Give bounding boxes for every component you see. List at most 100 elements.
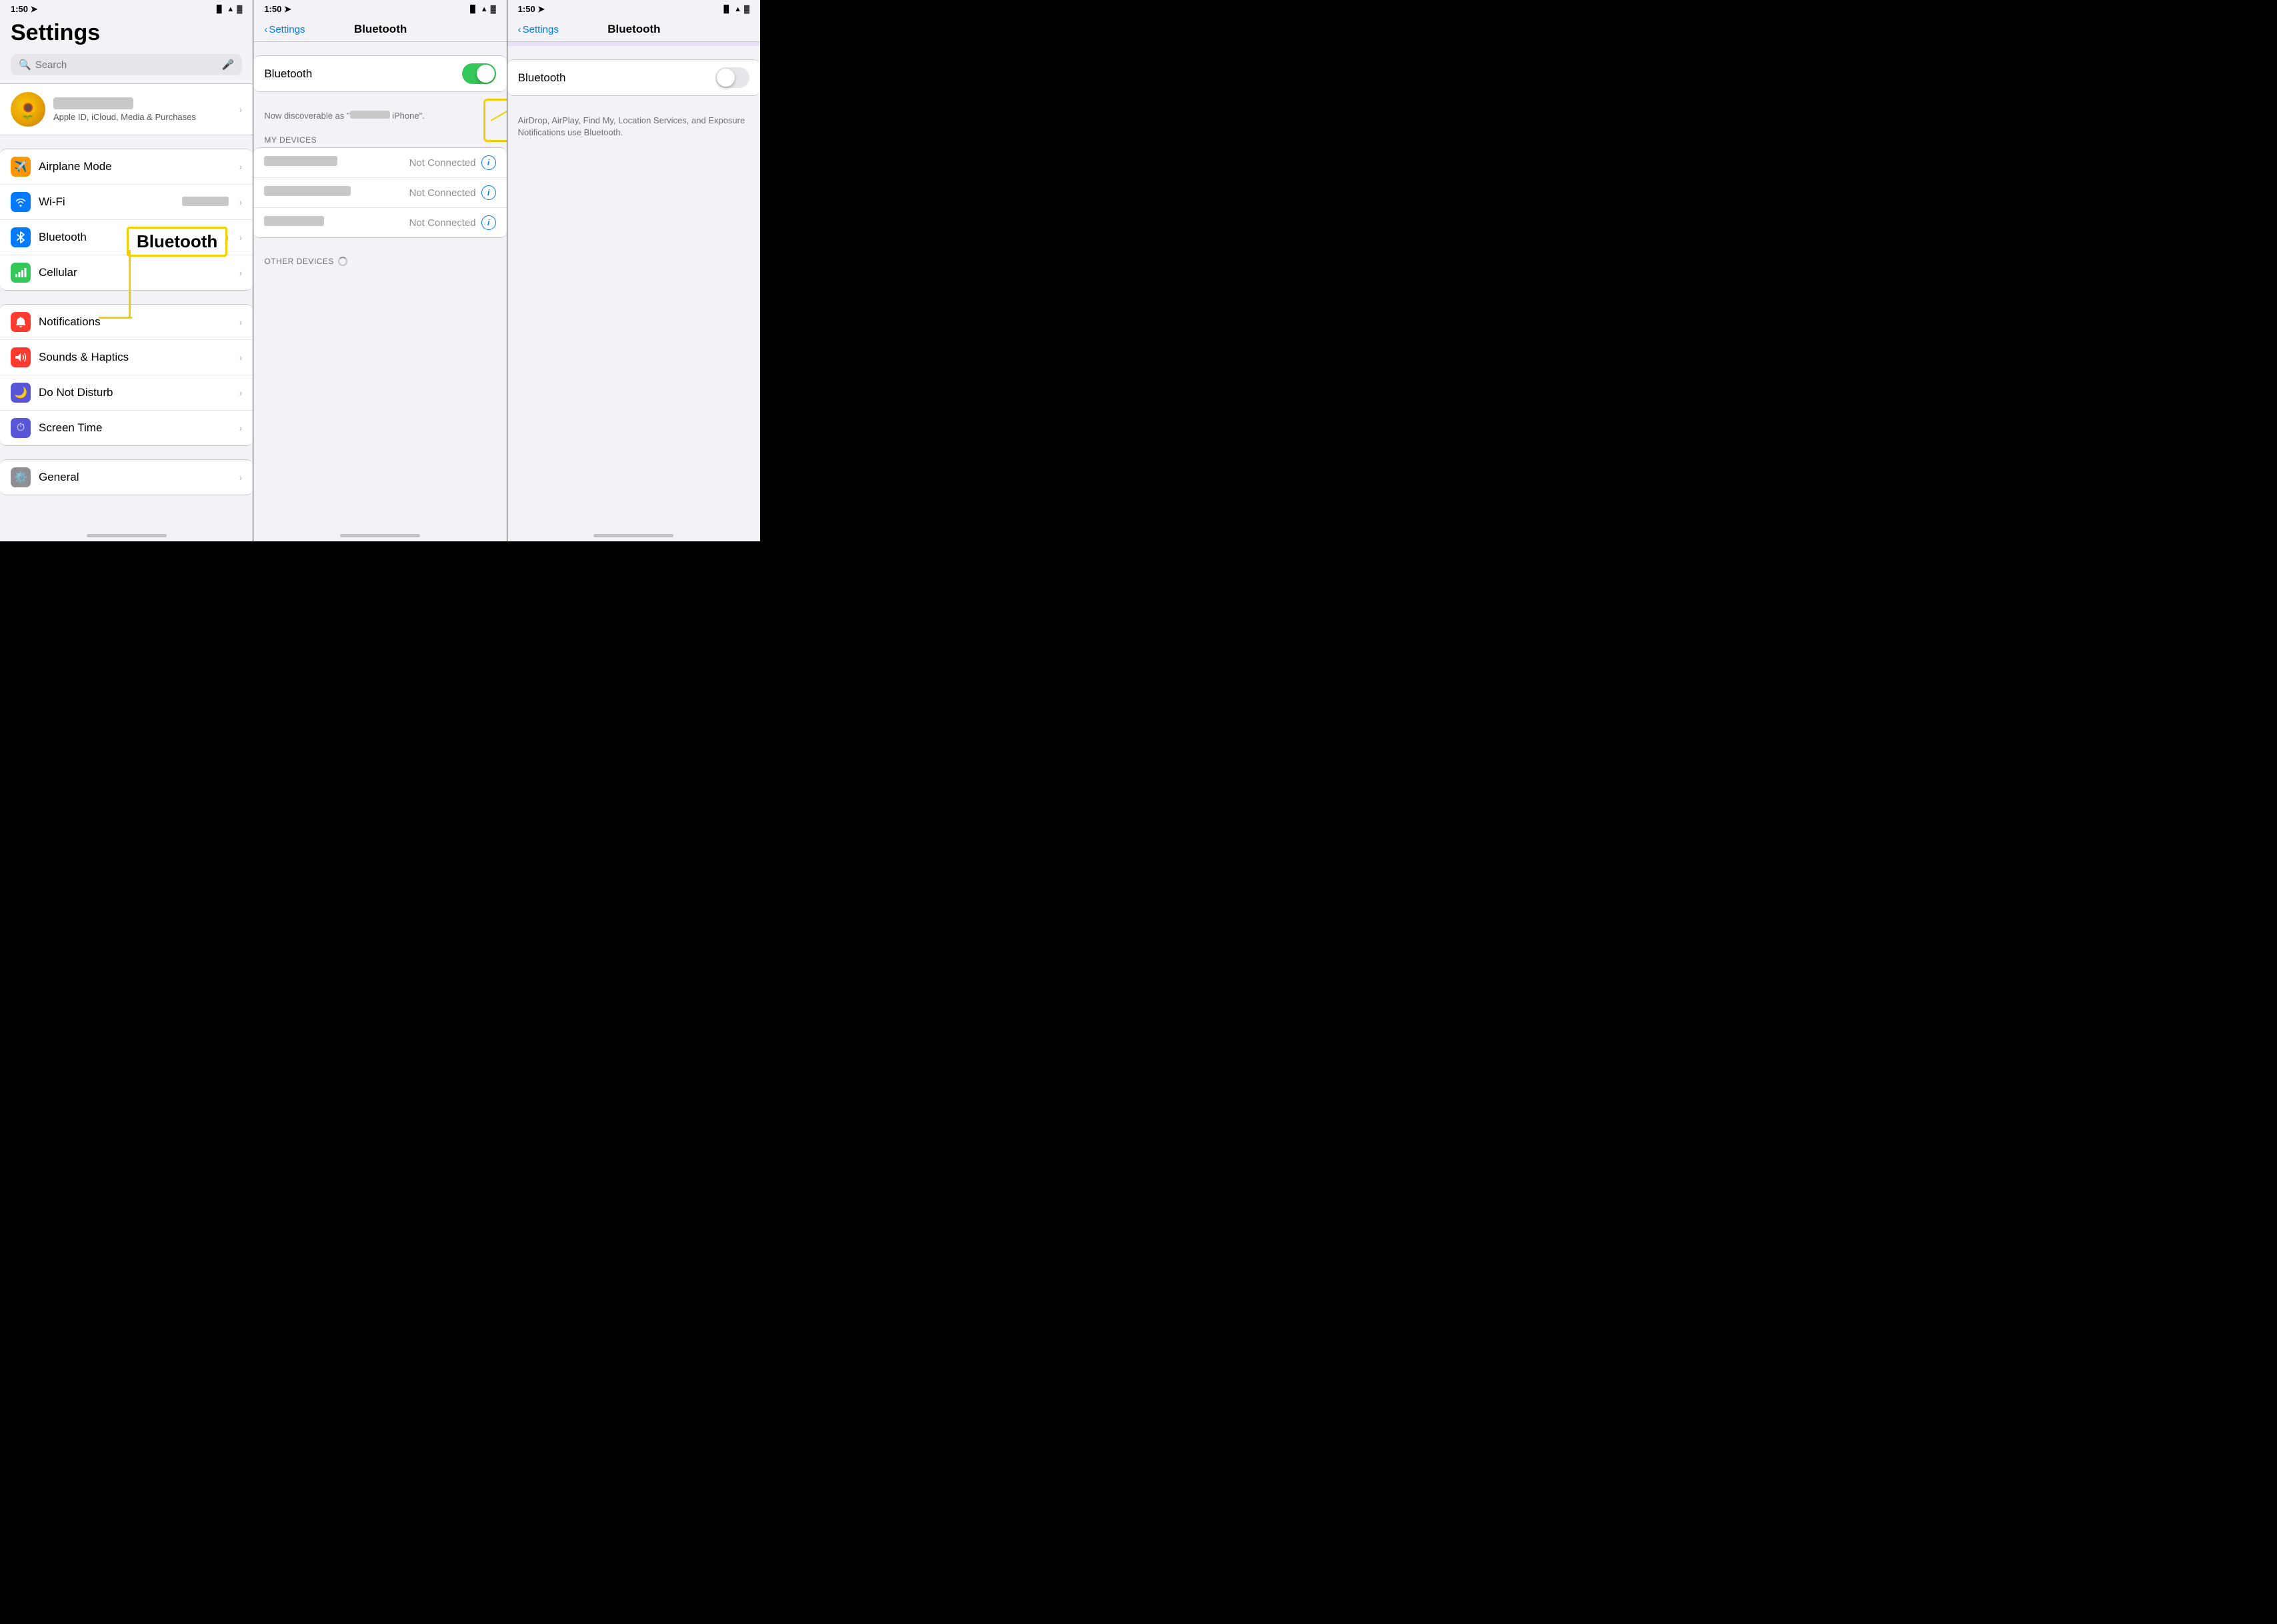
cellular-chevron: › — [239, 267, 243, 278]
device-status-3: Not Connected — [409, 217, 476, 229]
status-bar-3: 1:50 ➤ ▐▌ ▲ ▓ — [507, 0, 760, 17]
device-status-1: Not Connected — [409, 157, 476, 169]
wifi-label: Wi-Fi — [39, 195, 174, 209]
wifi-icon-1: ▲ — [227, 5, 234, 13]
bluetooth-content-2: Bluetooth Now discoverable as " iPhone".… — [253, 42, 506, 282]
dnd-label: Do Not Disturb — [39, 386, 231, 399]
settings-item-bluetooth[interactable]: Bluetooth On › — [0, 220, 253, 255]
bluetooth-on-panel: 1:50 ➤ ▐▌ ▲ ▓ ‹ Settings Bluetooth Bluet… — [253, 0, 506, 541]
settings-group-general: ⚙️ General › — [0, 459, 253, 495]
bluetooth-icon — [11, 227, 31, 247]
airplane-chevron: › — [239, 161, 243, 172]
search-bar[interactable]: 🔍 🎤 — [11, 54, 242, 75]
dnd-icon: 🌙 — [11, 383, 31, 403]
bluetooth-off-panel: 1:50 ➤ ▐▌ ▲ ▓ ‹ Settings Bluetooth Bluet… — [507, 0, 760, 541]
screentime-label: Screen Time — [39, 421, 231, 435]
apple-id-row[interactable]: 🌻 Apple ID, iCloud, Media & Purchases › — [0, 83, 253, 135]
notifications-icon — [11, 312, 31, 332]
other-devices-header: OTHER DEVICES — [253, 251, 506, 269]
wifi-icon-3: ▲ — [734, 5, 741, 13]
airplane-icon: ✈️ — [11, 157, 31, 177]
battery-icon-1: ▓ — [237, 5, 242, 13]
status-icons-2: ▐▌ ▲ ▓ — [467, 5, 496, 13]
bt-toggle-row-off: Bluetooth — [507, 60, 760, 95]
status-bar-1: 1:50 ➤ ▐▌ ▲ ▓ — [0, 0, 253, 17]
battery-icon-2: ▓ — [491, 5, 496, 13]
chevron-left-icon-3: ‹ — [518, 24, 521, 35]
back-label-3: Settings — [523, 24, 559, 35]
settings-item-airplane[interactable]: ✈️ Airplane Mode › — [0, 149, 253, 185]
settings-item-screentime[interactable]: ⏱ Screen Time › — [0, 411, 253, 445]
signal-icon-3: ▐▌ — [721, 5, 731, 13]
search-input[interactable] — [35, 59, 218, 71]
status-icons-1: ▐▌ ▲ ▓ — [214, 5, 243, 13]
status-icons-3: ▐▌ ▲ ▓ — [721, 5, 749, 13]
back-button-2[interactable]: ‹ Settings — [264, 24, 305, 35]
notifications-chevron: › — [239, 317, 243, 327]
settings-item-general[interactable]: ⚙️ General › — [0, 460, 253, 495]
battery-icon-3: ▓ — [744, 5, 749, 13]
notifications-label: Notifications — [39, 315, 231, 329]
chevron-left-icon-2: ‹ — [264, 24, 267, 35]
scanning-spinner — [338, 257, 347, 266]
settings-item-wifi[interactable]: Wi-Fi › — [0, 185, 253, 220]
status-time-3: 1:50 ➤ — [518, 4, 545, 15]
bluetooth-label: Bluetooth — [39, 231, 207, 244]
back-button-3[interactable]: ‹ Settings — [518, 24, 559, 35]
device-info-btn-2[interactable]: i — [481, 185, 496, 200]
settings-item-sounds[interactable]: Sounds & Haptics › — [0, 340, 253, 375]
wifi-icon — [11, 192, 31, 212]
dnd-chevron: › — [239, 387, 243, 398]
status-time-1: 1:50 ➤ — [11, 4, 38, 15]
bt-off-description: AirDrop, AirPlay, Find My, Location Serv… — [507, 109, 760, 149]
signal-icon-2: ▐▌ — [467, 5, 478, 13]
bt-toggle-row: Bluetooth — [253, 56, 506, 91]
device-info-btn-1[interactable]: i — [481, 155, 496, 170]
cellular-icon — [11, 263, 31, 283]
device-name-2 — [264, 186, 409, 199]
device-name-1 — [264, 156, 409, 169]
settings-item-notifications[interactable]: Notifications › — [0, 305, 253, 340]
general-icon: ⚙️ — [11, 467, 31, 487]
settings-item-cellular[interactable]: Cellular › — [0, 255, 253, 290]
nav-title-2: Bluetooth — [305, 23, 456, 36]
search-icon: 🔍 — [19, 59, 31, 71]
airplane-label: Airplane Mode — [39, 160, 231, 173]
sounds-label: Sounds & Haptics — [39, 351, 231, 364]
mic-icon: 🎤 — [222, 59, 235, 71]
bluetooth-toggle-on[interactable] — [462, 63, 496, 84]
apple-id-chevron: › — [239, 104, 243, 115]
bt-toggle-section-off: Bluetooth — [507, 59, 760, 96]
bt-device-row-1[interactable]: Not Connected i — [253, 148, 506, 178]
settings-group-connectivity: ✈️ Airplane Mode › Wi-Fi › — [0, 149, 253, 291]
sounds-icon — [11, 347, 31, 367]
bluetooth-toggle-off[interactable] — [715, 67, 749, 88]
discoverable-text: Now discoverable as " iPhone". — [253, 105, 506, 131]
status-bar-2: 1:50 ➤ ▐▌ ▲ ▓ — [253, 0, 506, 17]
bluetooth-value: On — [215, 232, 229, 243]
settings-item-dnd[interactable]: 🌙 Do Not Disturb › — [0, 375, 253, 411]
bt-device-row-3[interactable]: Not Connected i — [253, 208, 506, 237]
device-name-3 — [264, 216, 409, 229]
apple-id-sub: Apple ID, iCloud, Media & Purchases — [53, 112, 231, 122]
nav-bar-2: ‹ Settings Bluetooth — [253, 17, 506, 42]
my-devices-section: Not Connected i Not Connected i Not Conn… — [253, 147, 506, 238]
bt-toggle-label-off: Bluetooth — [518, 71, 715, 85]
my-devices-header: MY DEVICES — [253, 131, 506, 147]
status-time-2: 1:50 ➤ — [264, 4, 291, 15]
device-info-btn-3[interactable]: i — [481, 215, 496, 230]
home-indicator-2 — [340, 534, 420, 537]
wifi-chevron: › — [239, 197, 243, 207]
device-status-2: Not Connected — [409, 187, 476, 199]
wifi-icon-2: ▲ — [481, 5, 488, 13]
toggle-knob-off — [717, 69, 735, 87]
screentime-chevron: › — [239, 423, 243, 433]
other-devices-label: OTHER DEVICES — [264, 257, 334, 266]
signal-icon-1: ▐▌ — [214, 5, 225, 13]
back-label-2: Settings — [269, 24, 305, 35]
avatar: 🌻 — [11, 92, 45, 127]
bluetooth-chevron: › — [239, 232, 243, 243]
home-indicator-1 — [87, 534, 167, 537]
bt-device-row-2[interactable]: Not Connected i — [253, 178, 506, 208]
bt-toggle-label: Bluetooth — [264, 67, 461, 81]
